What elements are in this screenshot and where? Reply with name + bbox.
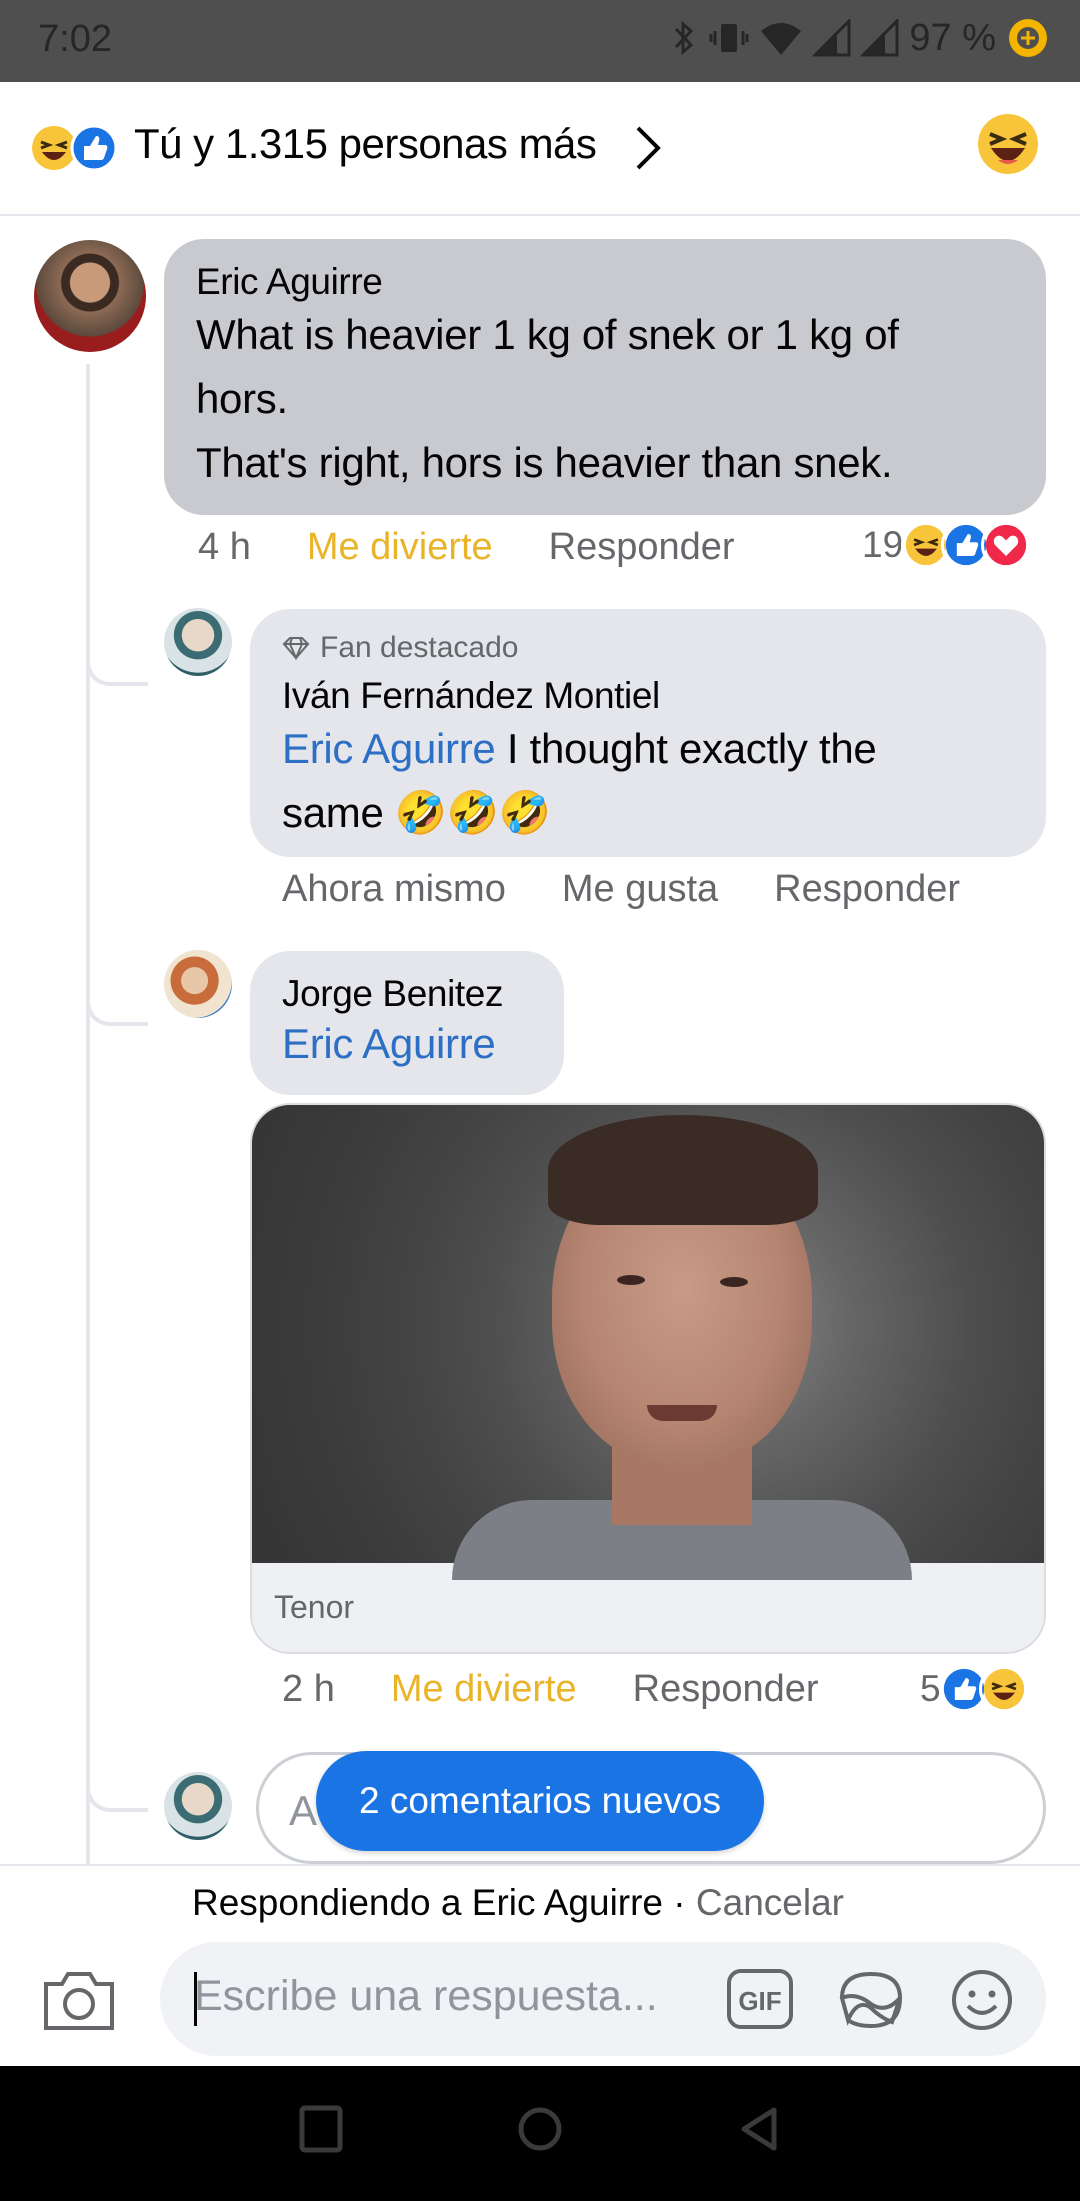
cancel-reply-button[interactable]: Cancelar bbox=[696, 1882, 844, 1923]
gif-figure-eye bbox=[617, 1275, 645, 1285]
camera-icon[interactable] bbox=[40, 1966, 118, 2034]
signal-icon bbox=[861, 19, 899, 57]
mention-link[interactable]: Eric Aguirre bbox=[282, 1020, 496, 1067]
badge-label: Fan destacado bbox=[320, 631, 519, 664]
reply-text-line2: same 🤣🤣🤣 bbox=[282, 789, 551, 836]
haha-icon[interactable] bbox=[976, 112, 1040, 176]
avatar[interactable] bbox=[164, 608, 232, 676]
like-button[interactable]: Me gusta bbox=[562, 868, 718, 911]
gif-attachment[interactable]: Tenor bbox=[250, 1103, 1046, 1654]
reaction-count-number: 19 bbox=[862, 524, 904, 565]
reaction-count[interactable]: 19 bbox=[862, 520, 1032, 570]
replying-to-banner: Respondiendo a Eric Aguirre · Cancelar bbox=[192, 1882, 844, 1924]
reply-author[interactable]: Iván Fernández Montiel bbox=[282, 675, 1014, 717]
comment-author[interactable]: Eric Aguirre bbox=[196, 261, 1014, 303]
reply-button[interactable]: Responder bbox=[633, 1668, 819, 1711]
reply-text: Eric Aguirre bbox=[282, 1015, 532, 1073]
system-navigation-bar bbox=[0, 2066, 1080, 2201]
reactions-summary-text: Tú y 1.315 personas más bbox=[134, 120, 597, 167]
reply-actions: 2 h Me divierte Responder bbox=[282, 1668, 819, 1711]
new-comments-button[interactable]: 2 comentarios nuevos bbox=[316, 1751, 764, 1851]
comment-text-line1: What is heavier 1 kg of snek or 1 kg of … bbox=[196, 311, 899, 422]
reply-author[interactable]: Jorge Benitez bbox=[282, 973, 532, 1015]
vibrate-icon bbox=[709, 24, 749, 52]
signal-icon bbox=[813, 19, 851, 57]
reply-placeholder: Escribe una respuesta... bbox=[194, 1972, 658, 2020]
home-icon[interactable] bbox=[516, 2104, 564, 2154]
reaction-icons bbox=[30, 124, 118, 172]
gif-image bbox=[252, 1105, 1044, 1580]
reply-text-field[interactable]: Escribe una respuesta... GIF bbox=[160, 1942, 1046, 2056]
gif-figure-mouth bbox=[647, 1405, 717, 1421]
reaction-button[interactable]: Me divierte bbox=[391, 1668, 577, 1711]
comment-text-line2: That's right, hors is heavier than snek. bbox=[196, 439, 893, 486]
gif-figure-hair bbox=[548, 1115, 818, 1225]
replying-to-name: Eric Aguirre bbox=[471, 1882, 664, 1923]
inline-reply-placeholder: A bbox=[289, 1787, 318, 1834]
status-time: 7:02 bbox=[38, 18, 112, 60]
reaction-button[interactable]: Me divierte bbox=[307, 526, 493, 569]
thread-connector bbox=[86, 1764, 148, 1812]
reply-time: Ahora mismo bbox=[282, 868, 506, 910]
sticker-icon[interactable] bbox=[836, 1968, 906, 2032]
top-fan-badge: Fan destacado bbox=[282, 631, 1014, 665]
emoji-icon[interactable] bbox=[950, 1968, 1014, 2032]
avatar[interactable] bbox=[164, 950, 232, 1018]
thread-line bbox=[86, 364, 90, 1884]
love-icon bbox=[981, 520, 1032, 570]
reply-button[interactable]: Responder bbox=[774, 868, 960, 911]
thread-connector bbox=[86, 978, 148, 1026]
comments-sheet: Tú y 1.315 personas más Eric Aguirre Wha… bbox=[0, 82, 1080, 2066]
chevron-right-icon bbox=[636, 126, 661, 170]
reply-composer: Respondiendo a Eric Aguirre · Cancelar E… bbox=[0, 1864, 1080, 2066]
wifi-icon bbox=[761, 23, 802, 55]
gif-figure-eye bbox=[720, 1277, 748, 1287]
back-icon[interactable] bbox=[736, 2104, 782, 2154]
replying-separator: · bbox=[663, 1882, 696, 1923]
thread-connector bbox=[86, 638, 148, 686]
avatar[interactable] bbox=[34, 240, 146, 352]
recent-apps-icon[interactable] bbox=[298, 2104, 344, 2154]
svg-text:GIF: GIF bbox=[738, 1986, 781, 2016]
status-bar: 7:02 97 % bbox=[0, 0, 1080, 82]
reply-text: Eric Aguirre I thought exactly the bbox=[282, 717, 1014, 781]
reply-text-part: I thought exactly the bbox=[495, 725, 877, 772]
replying-prefix: Respondiendo a bbox=[192, 1882, 472, 1923]
gif-source-label: Tenor bbox=[274, 1589, 355, 1625]
battery-saver-icon bbox=[1009, 19, 1047, 57]
mention-link[interactable]: Eric Aguirre bbox=[282, 725, 496, 772]
reaction-count-number: 5 bbox=[920, 1668, 941, 1709]
like-icon bbox=[70, 124, 118, 172]
bluetooth-icon bbox=[675, 20, 694, 56]
reply-bubble[interactable]: Jorge Benitez Eric Aguirre bbox=[250, 951, 564, 1095]
gif-icon[interactable]: GIF bbox=[726, 1968, 794, 2030]
comment-bubble[interactable]: Eric Aguirre What is heavier 1 kg of sne… bbox=[164, 239, 1046, 515]
reply-actions: Ahora mismo Me gusta Responder bbox=[282, 868, 960, 911]
reply-button[interactable]: Responder bbox=[549, 526, 735, 569]
battery-percent: 97 % bbox=[909, 16, 996, 59]
comment-actions: 4 h Me divierte Responder bbox=[198, 526, 735, 569]
status-icons: 97 % bbox=[669, 16, 1050, 60]
reply-bubble[interactable]: Fan destacado Iván Fernández Montiel Eri… bbox=[250, 609, 1046, 857]
diamond-icon bbox=[282, 637, 310, 660]
reaction-count[interactable]: 5 bbox=[920, 1664, 1029, 1714]
comment-time: 4 h bbox=[198, 526, 251, 568]
haha-icon bbox=[978, 1664, 1029, 1714]
reply-time: 2 h bbox=[282, 1668, 335, 1710]
reactions-summary-header[interactable]: Tú y 1.315 personas más bbox=[0, 82, 1080, 216]
avatar bbox=[164, 1772, 232, 1840]
